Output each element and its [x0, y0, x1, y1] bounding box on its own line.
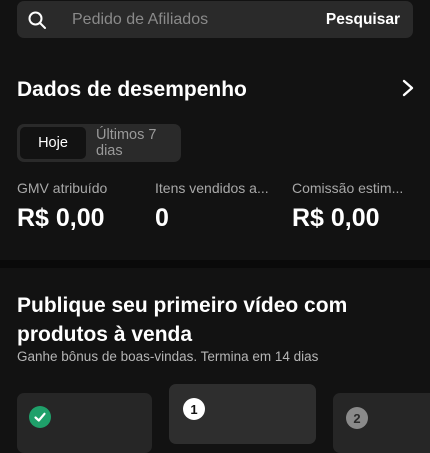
section-divider [0, 260, 430, 268]
search-bar[interactable]: Pedido de Afiliados Pesquisar [17, 1, 413, 38]
tab-today[interactable]: Hoje [20, 127, 86, 159]
search-icon [28, 11, 46, 29]
metric-label: Comissão estim... [292, 180, 404, 196]
metric-value: R$ 0,00 [292, 204, 380, 232]
search-button[interactable]: Pesquisar [326, 11, 400, 29]
search-input[interactable]: Pedido de Afiliados [72, 11, 208, 29]
metric-value: R$ 0,00 [17, 204, 105, 232]
metric-label: Itens vendidos a... [155, 180, 269, 196]
metric-value: 0 [155, 204, 169, 232]
metric-label: GMV atribuído [17, 180, 108, 196]
promo-title: Publique seu primeiro vídeo com produtos… [17, 294, 348, 346]
period-toggle: Hoje Últimos 7 dias [17, 124, 181, 162]
metric-items-sold: Itens vendidos a... 0 [155, 180, 283, 233]
chevron-right-icon[interactable] [398, 78, 418, 98]
metric-gmv: GMV atribuído R$ 0,00 [17, 180, 145, 233]
promo-subtitle: Ganhe bônus de boas-vindas. Termina em 1… [17, 349, 319, 364]
step-card-pending[interactable]: 2 [333, 393, 430, 453]
step-number-badge: 2 [346, 407, 368, 429]
check-icon [29, 406, 51, 428]
step-card-current[interactable]: 1 [169, 384, 316, 444]
tab-last-7-days[interactable]: Últimos 7 dias [96, 127, 181, 159]
step-card-done[interactable] [17, 393, 152, 453]
metric-commission: Comissão estim... R$ 0,00 [292, 180, 420, 233]
performance-title: Dados de desempenho [17, 78, 247, 101]
step-number-badge: 1 [183, 398, 205, 420]
